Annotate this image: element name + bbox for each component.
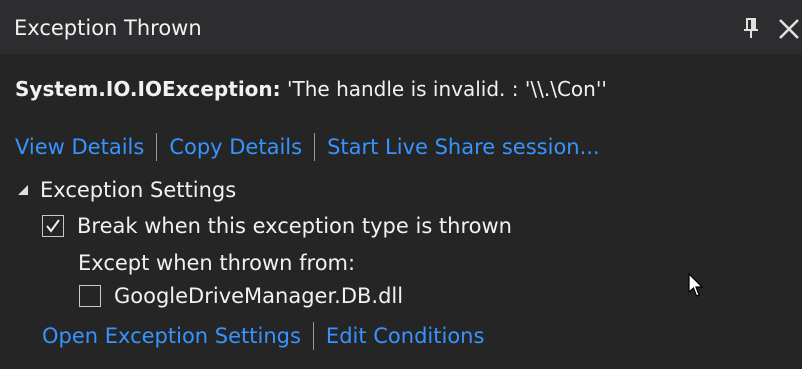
exception-message: 'The handle is invalid. : '\\.\Con'' bbox=[287, 77, 607, 101]
checkmark-icon bbox=[46, 219, 60, 233]
module-checkbox[interactable] bbox=[79, 285, 101, 307]
link-divider bbox=[314, 133, 316, 161]
break-when-thrown-row[interactable]: Break when this exception type is thrown bbox=[42, 214, 512, 238]
window-title: Exception Thrown bbox=[14, 16, 202, 40]
module-exception-row[interactable]: GoogleDriveManager.DB.dll bbox=[79, 284, 403, 308]
except-when-thrown-label: Except when thrown from: bbox=[78, 251, 356, 275]
title-bar: Exception Thrown bbox=[0, 0, 802, 54]
exception-message-line: System.IO.IOException: 'The handle is in… bbox=[15, 77, 607, 101]
edit-conditions-link[interactable]: Edit Conditions bbox=[326, 324, 485, 348]
expanded-triangle-icon bbox=[18, 185, 28, 195]
module-label: GoogleDriveManager.DB.dll bbox=[114, 284, 404, 308]
live-share-link[interactable]: Start Live Share session... bbox=[327, 135, 600, 159]
open-exception-settings-link[interactable]: Open Exception Settings bbox=[42, 324, 301, 348]
exception-settings-label: Exception Settings bbox=[40, 178, 237, 202]
view-details-link[interactable]: View Details bbox=[15, 135, 144, 159]
link-divider bbox=[156, 133, 158, 161]
exception-settings-toggle[interactable]: Exception Settings bbox=[16, 178, 236, 202]
settings-links: Open Exception Settings Edit Conditions bbox=[42, 322, 484, 350]
copy-details-link[interactable]: Copy Details bbox=[169, 135, 302, 159]
mouse-cursor-icon bbox=[688, 273, 704, 297]
break-when-thrown-label: Break when this exception type is thrown bbox=[77, 214, 512, 238]
link-divider bbox=[312, 322, 314, 350]
exception-type: System.IO.IOException: bbox=[15, 77, 281, 101]
details-links: View Details Copy Details Start Live Sha… bbox=[15, 133, 600, 161]
close-icon[interactable] bbox=[776, 16, 802, 42]
break-when-thrown-checkbox[interactable] bbox=[42, 215, 64, 237]
pin-icon[interactable] bbox=[741, 17, 761, 39]
